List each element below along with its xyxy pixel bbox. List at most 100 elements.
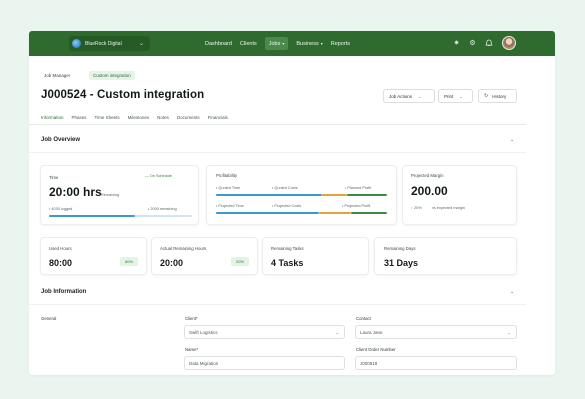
chevron-down-icon: ▾ <box>282 41 285 46</box>
time-progress-fill <box>49 215 135 217</box>
contact-field-label: Contact <box>356 316 371 321</box>
time-remaining-text: 2000 remaining <box>150 207 177 211</box>
quoted-time-bar <box>216 194 322 196</box>
sparkle-icon[interactable]: ✷ <box>452 39 461 48</box>
time-remaining-suffix: Remaining <box>101 193 120 197</box>
legend-projected-time-text: Projected Time <box>218 204 244 208</box>
breadcrumb-current: Custom integration <box>89 71 135 80</box>
used-hours-badge: 80% <box>120 257 138 266</box>
job-actions-label: Job Actions <box>389 93 413 99</box>
legend-planned-profit-text: Planned Profit <box>347 186 372 190</box>
arrow-up-icon: ↑ <box>411 206 413 210</box>
chevron-down-icon: ⌄ <box>138 41 144 47</box>
actual-remaining-hours-card: Actual Remaining Hours 20:00 20% <box>151 237 258 275</box>
tab-milestones[interactable]: Milestones <box>128 111 150 125</box>
margin-change-value: 20% <box>413 206 422 210</box>
page-title: J000524 - Custom integration <box>41 89 205 101</box>
globe-icon <box>72 39 81 48</box>
organization-switcher[interactable]: BlueRock Digital ⌄ <box>69 36 150 51</box>
nav-business[interactable]: Business ▾ <box>296 37 322 50</box>
used-hours-label: Used Hours <box>49 246 72 251</box>
top-navigation-bar: BlueRock Digital ⌄ Dashboard Clients Job… <box>29 31 555 56</box>
nav-dashboard[interactable]: Dashboard <box>205 37 232 50</box>
projected-time-bar <box>216 212 319 214</box>
print-label: Print <box>444 93 454 99</box>
section-divider <box>29 304 526 305</box>
bell-icon[interactable] <box>484 39 493 48</box>
legend-planned-profit: • Planned Profit <box>345 186 372 190</box>
chevron-down-icon[interactable]: ⌄ <box>510 137 514 143</box>
nav-jobs[interactable]: Jobs ▾ <box>264 37 289 50</box>
profitability-label: Profitability <box>216 173 238 178</box>
chevron-down-icon: ▾ <box>320 41 323 46</box>
nav-business-label: Business <box>296 40 319 47</box>
on-schedule-status: — On Schedule <box>145 174 172 178</box>
job-actions-button[interactable]: Job Actions ⌄ <box>383 89 435 103</box>
margin-change: ↑ 20% <box>411 206 422 210</box>
legend-projected-costs-text: Projected Costs <box>274 204 302 208</box>
section-divider <box>29 152 526 153</box>
projected-profit-bar <box>351 212 387 214</box>
tab-time-sheets[interactable]: Time Sheets <box>95 111 120 125</box>
tab-phases[interactable]: Phases <box>72 111 87 125</box>
projected-costs-bar <box>319 212 351 214</box>
tabs-divider <box>29 124 526 125</box>
client-order-number-input[interactable]: J000518 <box>355 356 517 370</box>
profitability-card: Profitability • Quoted Time • Quoted Cos… <box>206 165 397 225</box>
legend-projected-time: • Projected Time <box>216 204 244 208</box>
history-icon: ↻ <box>484 93 489 99</box>
remaining-tasks-label: Remaining Tasks <box>271 246 304 251</box>
client-order-number-label: Client Order Number <box>356 347 396 352</box>
history-button[interactable]: ↻ History <box>478 89 517 103</box>
nav-reports[interactable]: Reports <box>331 37 350 50</box>
on-schedule-text: On Schedule <box>149 174 172 178</box>
chevron-down-icon[interactable]: ⌄ <box>510 289 514 295</box>
chevron-down-icon: ⌄ <box>459 93 463 99</box>
projected-margin-label: Projected Margin <box>411 173 444 178</box>
job-information-title: Job Information <box>41 289 87 295</box>
time-label: Time <box>49 175 59 180</box>
history-label: History <box>492 93 507 99</box>
legend-quoted-time-text: Quoted Time <box>218 186 241 190</box>
margin-change-text: vs expected margin <box>432 206 465 210</box>
job-overview-title: Job Overview <box>41 137 81 143</box>
name-input-value: Data Migration <box>189 360 219 366</box>
chevron-down-icon: ⌄ <box>507 329 511 335</box>
nav-clients[interactable]: Clients <box>240 37 257 50</box>
legend-projected-costs: • Projected Costs <box>272 204 302 208</box>
legend-projected-profit: • Projected Profit <box>342 204 371 208</box>
remaining-tasks-card: Remaining Tasks 4 Tasks <box>262 237 369 275</box>
legend-quoted-costs: • Quoted Costs <box>272 186 298 190</box>
time-logged-text: 4030 logged <box>51 207 73 211</box>
tab-financials[interactable]: Financials <box>208 111 228 125</box>
user-avatar[interactable] <box>502 36 516 50</box>
time-logged: • 4030 logged <box>49 207 73 211</box>
client-field-label: Client* <box>185 316 198 321</box>
used-hours-value: 80:00 <box>49 258 73 268</box>
app-window: BlueRock Digital ⌄ Dashboard Clients Job… <box>29 31 555 375</box>
name-field-label: Name* <box>185 347 199 352</box>
actual-remaining-hours-value: 20:00 <box>160 258 184 268</box>
remaining-days-value: 31 Days <box>384 258 419 268</box>
projected-margin-value: 200.00 <box>411 184 448 198</box>
client-select[interactable]: Swift Logistics ⌄ <box>184 325 345 339</box>
general-group-label: General <box>41 316 57 321</box>
breadcrumb-job-manager[interactable]: Job Manager <box>40 71 74 80</box>
tab-information[interactable]: Information <box>41 111 64 125</box>
chevron-down-icon: ⌄ <box>335 329 339 335</box>
settings-icon[interactable]: ⚙ <box>468 39 477 48</box>
client-order-number-value: J000518 <box>360 360 378 366</box>
legend-quoted-time: • Quoted Time <box>216 186 241 190</box>
legend-projected-profit-text: Projected Profit <box>344 204 371 208</box>
print-button[interactable]: Print ⌄ <box>438 89 473 103</box>
organization-name: BlueRock Digital <box>85 40 122 47</box>
contact-select-value: Laura Jane <box>360 329 383 335</box>
time-remaining-legend: • 2000 remaining <box>148 207 177 211</box>
chevron-down-icon: ⌄ <box>418 93 422 99</box>
name-input[interactable]: Data Migration <box>184 356 345 370</box>
job-tabs: Information Phases Time Sheets Milestone… <box>41 111 236 125</box>
contact-select[interactable]: Laura Jane ⌄ <box>355 325 517 339</box>
client-select-value: Swift Logistics <box>189 329 218 335</box>
tab-documents[interactable]: Documents <box>177 111 200 125</box>
tab-notes[interactable]: Notes <box>157 111 169 125</box>
